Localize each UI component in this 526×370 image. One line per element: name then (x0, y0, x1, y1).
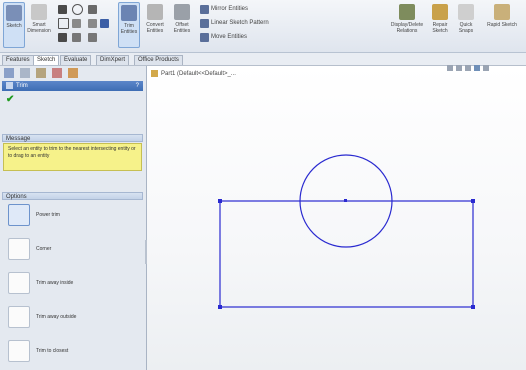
sketch-point[interactable] (471, 199, 475, 203)
configuration-icon[interactable] (36, 68, 46, 78)
quick-snaps-button[interactable]: Quick Snaps (454, 2, 478, 46)
sketch-canvas[interactable] (147, 66, 526, 370)
trim-inside-icon (8, 272, 30, 294)
arc-icon (72, 18, 81, 28)
feature-tree-icon[interactable] (4, 68, 14, 78)
trim-entities-button[interactable]: Trim Entities (118, 2, 140, 48)
smart-dimension-button[interactable]: Smart Dimension (26, 2, 52, 46)
offset-entities-button[interactable]: Offset Entities (170, 2, 194, 46)
rapid-sketch-button[interactable]: Rapid Sketch (482, 2, 522, 46)
mirror-entities-button[interactable]: Mirror Entities (200, 4, 248, 14)
move-entities-button[interactable]: Move Entities (200, 32, 247, 42)
command-manager-ribbon: Sketch Smart Dimension Trim Entities Con… (0, 0, 526, 53)
pattern-icon (200, 18, 209, 28)
tab-sketch[interactable]: Sketch (33, 55, 60, 65)
display-relations-button[interactable]: Display/Delete Relations (390, 2, 424, 46)
ellipse-tool[interactable] (88, 18, 97, 28)
property-manager: Trim ? ✔ Message Select an entity to tri… (0, 66, 147, 370)
text-tool[interactable] (100, 18, 109, 28)
move-icon (200, 32, 209, 42)
option-corner[interactable]: Corner (8, 236, 128, 262)
trim-icon (6, 82, 13, 89)
tab-features[interactable]: Features (2, 55, 34, 65)
trim-outside-icon (8, 306, 30, 328)
sketch-point[interactable] (218, 305, 222, 309)
polygon-tool[interactable] (72, 32, 81, 42)
arc-tool[interactable] (72, 18, 81, 28)
options-section-header[interactable]: Options (2, 192, 143, 200)
ok-check-icon[interactable]: ✔ (6, 94, 14, 105)
convert-icon (147, 4, 163, 20)
option-trim-away-inside[interactable]: Trim away inside (8, 270, 128, 296)
sketch-icon (6, 5, 22, 21)
message-box: Select an entity to trim to the nearest … (3, 143, 142, 171)
point-tool[interactable] (58, 32, 67, 42)
dimxpert-icon[interactable] (52, 68, 62, 78)
convert-entities-button[interactable]: Convert Entities (142, 2, 168, 46)
fillet-tool[interactable] (88, 32, 97, 42)
spline-tool[interactable] (88, 4, 97, 14)
circle-icon (72, 3, 83, 15)
polygon-icon (72, 32, 81, 42)
option-power-trim[interactable]: Power trim (8, 202, 128, 228)
snaps-icon (458, 4, 474, 20)
relations-icon (399, 4, 415, 20)
spline-icon (88, 4, 97, 14)
rectangle-tool[interactable] (58, 17, 69, 29)
property-manager-icon[interactable] (20, 68, 30, 78)
sketch-button[interactable]: Sketch (3, 2, 25, 48)
panel-title: Trim (16, 83, 28, 89)
rapid-sketch-icon (494, 4, 510, 20)
offset-icon (174, 4, 190, 20)
tab-office-products[interactable]: Office Products (134, 55, 183, 65)
panel-title-bar: Trim ? (2, 81, 143, 91)
graphics-area[interactable]: Part1 (Default<<Default>_... (147, 65, 526, 370)
line-icon (58, 4, 67, 14)
circle-center-point[interactable] (344, 199, 347, 202)
display-manager-icon[interactable] (68, 68, 78, 78)
sketch-point[interactable] (471, 305, 475, 309)
option-trim-away-outside[interactable]: Trim away outside (8, 304, 128, 330)
linear-pattern-button[interactable]: Linear Sketch Pattern (200, 18, 269, 28)
fillet-icon (88, 32, 97, 42)
sketch-rectangle[interactable] (219, 200, 474, 308)
help-icon[interactable]: ? (136, 81, 139, 91)
repair-sketch-button[interactable]: Repair Sketch (428, 2, 452, 46)
line-tool[interactable] (58, 4, 67, 14)
ellipse-icon (88, 18, 97, 28)
repair-icon (432, 4, 448, 20)
sketch-point[interactable] (218, 199, 222, 203)
trim-icon (121, 5, 137, 21)
trim-closest-icon (8, 340, 30, 362)
text-icon (100, 18, 109, 28)
point-icon (58, 32, 67, 42)
dimension-icon (31, 4, 47, 20)
message-section-header[interactable]: Message (2, 134, 143, 142)
tab-dimxpert[interactable]: DimXpert (96, 55, 130, 65)
tab-evaluate[interactable]: Evaluate (60, 55, 92, 65)
option-trim-to-closest[interactable]: Trim to closest (8, 338, 128, 364)
rectangle-icon (58, 17, 69, 29)
power-trim-icon (8, 204, 30, 226)
mirror-icon (200, 4, 209, 14)
circle-tool[interactable] (72, 3, 83, 15)
corner-icon (8, 238, 30, 260)
